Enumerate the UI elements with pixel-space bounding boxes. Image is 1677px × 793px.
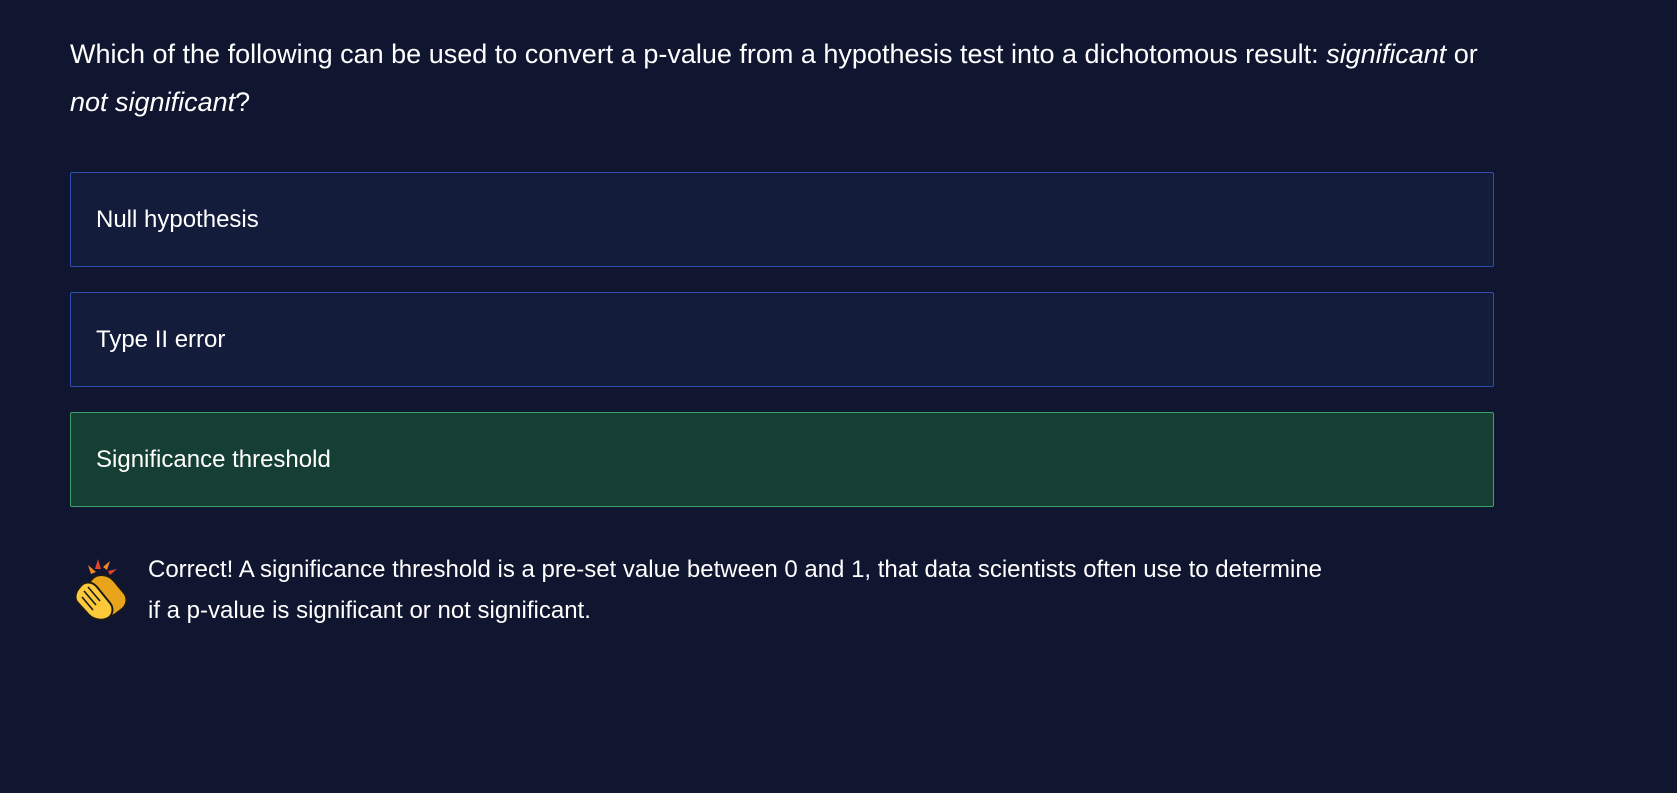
option-label: Type II error bbox=[96, 325, 226, 353]
question-text: Which of the following can be used to co… bbox=[70, 30, 1494, 126]
question-joiner: or bbox=[1446, 39, 1478, 69]
option-type-ii-error[interactable]: Type II error bbox=[70, 292, 1494, 387]
option-label: Significance threshold bbox=[96, 445, 331, 473]
question-text-after: ? bbox=[235, 87, 251, 117]
quiz-container: Which of the following can be used to co… bbox=[70, 30, 1494, 631]
question-emphasis-significant: significant bbox=[1326, 39, 1447, 69]
question-emphasis-not-significant: not significant bbox=[70, 87, 236, 117]
answer-options: Null hypothesis Type II error Significan… bbox=[70, 172, 1494, 507]
option-null-hypothesis[interactable]: Null hypothesis bbox=[70, 172, 1494, 267]
option-significance-threshold[interactable]: Significance threshold bbox=[70, 412, 1494, 507]
clapping-hands-icon bbox=[74, 559, 128, 621]
option-label: Null hypothesis bbox=[96, 205, 259, 233]
feedback-message: Correct! A significance threshold is a p… bbox=[70, 549, 1494, 631]
feedback-text: Correct! A significance threshold is a p… bbox=[148, 556, 1323, 624]
question-text-before: Which of the following can be used to co… bbox=[70, 39, 1327, 69]
